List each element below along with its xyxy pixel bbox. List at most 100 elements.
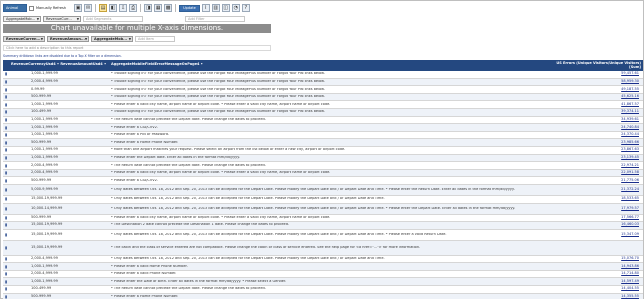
header-value[interactable]: US Errors (Unique Visitors/Unique Visito…	[545, 60, 643, 71]
bar-chart-icon[interactable]: ▥	[211, 4, 220, 12]
table-row: ▮ 15,000-19,999.99 * Only dates between Oc…	[3, 230, 643, 241]
row-message: * Trouble signing in? For your convenien…	[111, 110, 325, 114]
segment-revenue-currency[interactable]: RevenueCurr... ▼	[43, 16, 81, 22]
table-row: ▮ 0-99.99 * Trouble signing in? For your c…	[3, 86, 643, 94]
row-value[interactable]: 45,625.16	[545, 94, 643, 99]
row-message: * Trouble signing in? For your convenien…	[111, 72, 325, 76]
row-message: * The cabin and the class of service ent…	[111, 245, 421, 249]
report-window: Animal Area Manually Refresh ▣ ✉ ▤ ◧ ⇩ ⎙…	[0, 0, 644, 299]
row-value[interactable]: 58,959.30	[545, 79, 643, 84]
save-icon[interactable]: ▣	[74, 4, 83, 12]
row-message: * The Return date cannot precede the Dep…	[111, 287, 266, 291]
row-value[interactable]: 14,943.86	[545, 264, 643, 269]
row-value[interactable]: 22,974.21	[545, 163, 643, 168]
row-message: * Trouble signing in? For your convenien…	[111, 79, 325, 83]
row-message: * Only dates between Oct. 18, 2012 and S…	[111, 197, 385, 201]
row-range: 1,000-1,999.99	[31, 132, 58, 137]
row-value[interactable]: 22,091.58	[545, 170, 643, 175]
table-row: ▮ 1,000-1,999.99 * The Return date cannot …	[3, 117, 643, 125]
table-icon[interactable]: ▦	[154, 4, 163, 12]
row-range: 15,000-19,999.99	[31, 231, 63, 236]
row-value[interactable]: 14,714.80	[545, 271, 643, 276]
row-value[interactable]: 39,374.11	[545, 110, 643, 114]
row-value[interactable]: 14,404.55	[545, 287, 643, 291]
row-range: 2,000-4,999.99	[31, 170, 58, 175]
help-icon[interactable]: ?	[241, 4, 250, 12]
chevron-down-icon: ▼	[128, 37, 131, 41]
row-message: * Trouble signing in? For your convenien…	[111, 87, 325, 91]
pie-chart-icon[interactable]: ◔	[231, 4, 240, 12]
row-value[interactable]: 41,867.57	[545, 102, 643, 107]
table-row: ▮ 100-499.99 * Trouble signing in? For you…	[3, 108, 643, 117]
row-range: 500-999.99	[31, 214, 52, 219]
row-range: 100-499.99	[31, 286, 52, 291]
table-row: ▮ 2,000-4,999.99 * The Return date cannot …	[3, 162, 643, 170]
grid-icon[interactable]: ▩	[164, 4, 173, 12]
row-value[interactable]: 24,370.44	[545, 132, 643, 137]
add-filter-box[interactable]: Add Filter	[185, 16, 245, 22]
row-value[interactable]: 21,372.24	[545, 187, 643, 192]
table-row: ▮ 100-499.99 * The Return date cannot prec…	[3, 286, 643, 294]
manual-refresh-checkbox[interactable]	[29, 5, 34, 11]
table-row: ▮ 500-999.99 * Please enter a Home Phone N…	[3, 139, 643, 147]
row-value[interactable]: 16,460.03	[545, 223, 643, 227]
row-value[interactable]: 15,076.70	[545, 256, 643, 261]
table-row: ▮ 1,000-1,999.99 * Please enter a PIN or P…	[3, 132, 643, 140]
email-icon[interactable]: ✉	[84, 4, 93, 12]
row-value[interactable]: 34,939.61	[545, 117, 643, 122]
download-icon[interactable]: ⇩	[119, 4, 128, 12]
row-value[interactable]: 17,979.57	[545, 206, 643, 211]
add-item-box[interactable]: Add Item	[135, 36, 175, 42]
row-value[interactable]: 24,740.84	[545, 125, 643, 130]
dimension-revenue-amount[interactable]: RevenueAmoun... ▼	[47, 36, 89, 42]
row-value[interactable]: 59,457.61	[545, 72, 643, 76]
row-value[interactable]: 14,355.55	[545, 294, 643, 299]
print-icon[interactable]: ⎙	[129, 4, 138, 12]
map-icon[interactable]: ◫	[221, 4, 230, 12]
row-range: 1,000-1,999.99	[31, 124, 58, 129]
row-value[interactable]: 23,867.63	[545, 148, 643, 152]
row-message: * Please enter a Home Phone Number.	[111, 140, 179, 144]
row-range: 5,000-9,999.99	[31, 187, 58, 191]
table-row: ▮ 2,000-4,999.99 * Trouble signing in? For…	[3, 78, 643, 87]
row-message: * Only dates between Oct. 18, 2012 and S…	[111, 257, 385, 261]
row-value[interactable]: 21,775.06	[545, 178, 643, 183]
folder-icon[interactable]: ▤	[99, 4, 108, 12]
chevron-down-icon: ▼	[40, 37, 43, 41]
chart-icon[interactable]: ◨	[144, 4, 153, 12]
row-value[interactable]: 23,139.45	[545, 155, 643, 160]
row-range: 2,000-4,999.99	[31, 271, 58, 276]
header-message[interactable]: AggregateMobileFieldErrorMessageOnPage4 …	[109, 60, 545, 71]
dimension-label: RevenueCurren...	[6, 37, 41, 41]
dimension-revenue-currency[interactable]: RevenueCurren... ▼	[3, 36, 45, 42]
row-range: 1,000-1,999.99	[31, 263, 58, 268]
row-message: * The Destination 2 date cannot precede …	[111, 223, 290, 227]
header-range[interactable]: RevenueCurrencyUsd4 • RevenueAmountUsd4 …	[9, 60, 109, 71]
chevron-down-icon: ▼	[76, 17, 79, 21]
line-chart-icon[interactable]: ⌇	[201, 4, 210, 12]
manual-refresh-label: Manually Refresh	[36, 6, 67, 10]
bookmark-icon[interactable]: ◧	[109, 4, 118, 12]
report-suite-dropdown[interactable]: Animal Area	[3, 4, 27, 16]
add-segments-box[interactable]: Add Segments	[83, 16, 143, 22]
table-row: ▮ 1,000-1,999.99 * Please enter the Depart…	[3, 154, 643, 163]
row-message: * The Return date cannot precede the Dep…	[111, 163, 266, 167]
segment-aggregate-mobile[interactable]: AggregateMob... ▼	[3, 16, 41, 22]
report-description-field[interactable]: Click here to add a description to this …	[3, 45, 271, 51]
chevron-down-icon: ▼	[84, 37, 88, 41]
row-value[interactable]: 23,985.66	[545, 140, 643, 145]
row-value[interactable]: 14,597.49	[545, 279, 643, 284]
dimension-aggregate-mobile[interactable]: AggregateMob... ▼	[91, 36, 133, 42]
row-value[interactable]: 17,566.77	[545, 215, 643, 220]
row-message: * Please enter a Home Phone Number.	[111, 295, 179, 299]
update-button[interactable]: Update	[179, 4, 200, 12]
row-message: * Only dates between Oct. 18, 2012 and S…	[111, 188, 515, 191]
row-value[interactable]: 18,533.65	[545, 196, 643, 201]
row-message: * Trouble signing in? For your convenien…	[111, 95, 325, 99]
filter-row: AggregateMob... ▼ RevenueCurr... ▼ Add Seg…	[3, 16, 245, 22]
row-range: 1,000-1,999.99	[31, 116, 58, 121]
row-value[interactable]: 15,347.09	[545, 232, 643, 237]
row-message: * Please enter the Date of Birth. Enter …	[111, 279, 287, 283]
row-range: 500-999.99	[31, 177, 52, 182]
row-value[interactable]: 49,187.55	[545, 87, 643, 92]
